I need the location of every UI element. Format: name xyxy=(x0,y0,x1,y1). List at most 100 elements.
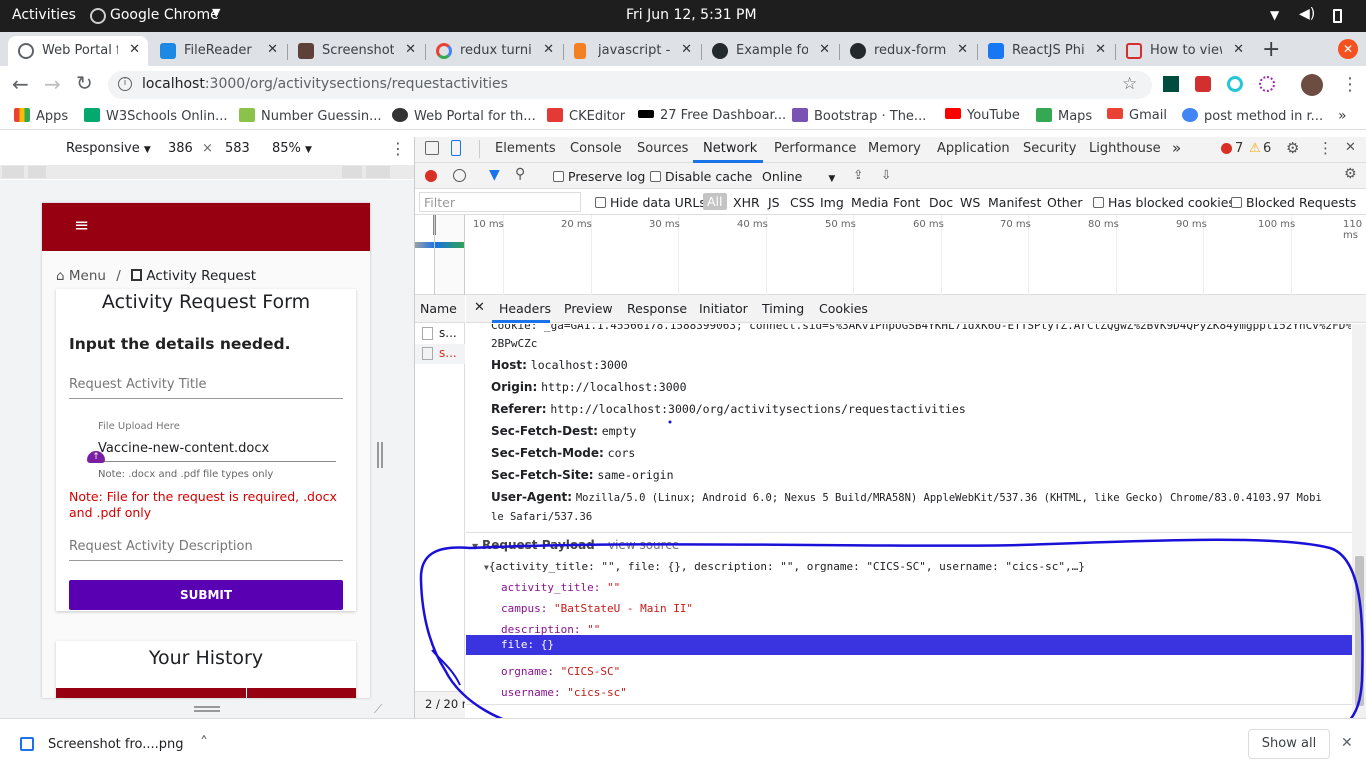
volume-icon[interactable]: ◀) xyxy=(1299,6,1315,22)
has-blocked-cookies-checkbox[interactable]: Has blocked cookies xyxy=(1093,195,1235,210)
type-filter-doc[interactable]: Doc xyxy=(929,195,953,210)
tab-filereader[interactable]: FileReader - ✕ xyxy=(150,36,286,66)
type-filter-media[interactable]: Media xyxy=(851,195,889,210)
tab-redux-turning[interactable]: redux turnin ✕ xyxy=(426,36,562,66)
address-bar[interactable]: i localhost:3000/org/activitysections/re… xyxy=(108,71,1152,99)
close-icon[interactable]: ✕ xyxy=(957,42,968,57)
activities-button[interactable]: Activities xyxy=(12,7,76,23)
payload-row[interactable]: orgname: "CICS-SC" xyxy=(501,665,620,678)
more-menu-icon[interactable]: ⋮ xyxy=(1318,139,1333,157)
type-filter-all[interactable]: All xyxy=(703,193,727,210)
tab-how-to-view[interactable]: How to view ✕ xyxy=(1116,36,1252,66)
more-bookmarks-icon[interactable]: » xyxy=(1338,108,1347,124)
close-icon[interactable]: ✕ xyxy=(819,42,830,57)
tab-example-for[interactable]: Example for ✕ xyxy=(702,36,838,66)
close-icon[interactable]: ✕ xyxy=(543,42,554,57)
forward-icon[interactable]: → xyxy=(44,72,61,96)
type-filter-js[interactable]: JS xyxy=(768,195,780,210)
wifi-icon[interactable]: ▼ xyxy=(1270,8,1279,22)
request-row[interactable]: s... xyxy=(415,324,465,344)
bookmark-number-guessing[interactable]: Number Guessin... xyxy=(239,108,381,124)
tab-lighthouse[interactable]: Lighthouse xyxy=(1089,141,1161,156)
payload-row[interactable]: campus: "BatStateU - Main II" xyxy=(501,602,693,615)
info-icon[interactable]: i xyxy=(118,77,132,91)
resize-handle-right[interactable] xyxy=(377,442,383,468)
submit-button[interactable]: SUBMIT xyxy=(69,580,343,610)
tab-network[interactable]: Network xyxy=(703,141,757,156)
menu-dots-icon[interactable]: ⋮ xyxy=(1341,74,1359,95)
tab-web-portal[interactable]: Web Portal f ✕ xyxy=(8,36,148,66)
bookmark-maps[interactable]: Maps xyxy=(1036,108,1092,124)
tab-screenshot[interactable]: Screenshot f ✕ xyxy=(288,36,424,66)
tab-javascript[interactable]: javascript - ✕ xyxy=(564,36,700,66)
bookmark-web-portal[interactable]: Web Portal for th... xyxy=(392,108,536,124)
hamburger-menu-icon[interactable]: ≡ xyxy=(74,215,89,236)
export-icon[interactable]: ⇩ xyxy=(881,167,891,182)
viewport-width-input[interactable]: 386 xyxy=(168,141,193,156)
avatar[interactable] xyxy=(1301,74,1323,96)
payload-summary[interactable]: ▼{activity_title: "", file: {}, descript… xyxy=(484,560,1085,573)
close-icon[interactable]: ✕ xyxy=(267,42,278,57)
resize-handle-bottom[interactable] xyxy=(194,706,220,712)
extension-icon[interactable] xyxy=(1227,76,1243,92)
bookmark-gmail[interactable]: Gmail xyxy=(1107,108,1167,123)
new-tab-button[interactable]: + xyxy=(1262,37,1280,62)
bookmark-youtube[interactable]: YouTube xyxy=(945,108,1020,123)
extension-icon[interactable] xyxy=(1163,76,1179,92)
tab-performance[interactable]: Performance xyxy=(774,141,856,156)
app-menu[interactable]: Google Chrome xyxy=(110,7,219,23)
device-mode-select[interactable]: Responsive ▼ xyxy=(66,141,151,156)
tab-redux-form[interactable]: redux-form/ ✕ xyxy=(840,36,976,66)
request-payload-section[interactable]: ▼ Request Payload xyxy=(472,538,595,552)
clock[interactable]: Fri Jun 12, 5:31 PM xyxy=(626,7,757,23)
network-timeline[interactable]: 10 ms 20 ms 30 ms 40 ms 50 ms 60 ms 70 m… xyxy=(415,215,1366,295)
tab-elements[interactable]: Elements xyxy=(495,141,556,156)
tab-initiator[interactable]: Initiator xyxy=(699,301,748,316)
battery-icon[interactable] xyxy=(1333,9,1342,23)
close-devtools-icon[interactable]: ✕ xyxy=(1345,140,1356,155)
request-row-selected[interactable]: s... xyxy=(415,344,465,364)
type-filter-img[interactable]: Img xyxy=(820,195,844,210)
tab-response[interactable]: Response xyxy=(627,301,687,316)
breadcrumb-menu-link[interactable]: Menu xyxy=(69,268,106,284)
chevron-up-icon[interactable]: ˄ xyxy=(200,733,208,752)
bookmark-w3schools[interactable]: W3Schools Onlin... xyxy=(84,108,228,124)
resize-corner-icon[interactable]: ⟋ xyxy=(374,702,382,717)
name-column-header[interactable]: Name xyxy=(420,301,457,316)
type-filter-other[interactable]: Other xyxy=(1047,195,1083,210)
close-icon[interactable]: ✕ xyxy=(1095,42,1106,57)
tab-console[interactable]: Console xyxy=(570,141,622,156)
filter-input[interactable]: Filter xyxy=(419,192,581,212)
disable-cache-checkbox[interactable]: Disable cache xyxy=(650,169,752,184)
close-window-button[interactable]: ✕ xyxy=(1338,39,1358,59)
extension-icon[interactable] xyxy=(1195,76,1211,92)
tab-reactjs-phil[interactable]: ReactJS Phil ✕ xyxy=(978,36,1114,66)
bookmark-post-method[interactable]: post method in r... xyxy=(1182,108,1323,124)
reload-icon[interactable]: ↻ xyxy=(76,71,93,95)
type-filter-manifest[interactable]: Manifest xyxy=(988,195,1041,210)
viewport-height-input[interactable]: 583 xyxy=(225,141,250,156)
inspect-element-icon[interactable] xyxy=(425,141,439,155)
tab-sources[interactable]: Sources xyxy=(637,141,688,156)
star-icon[interactable]: ☆ xyxy=(1122,74,1137,94)
type-filter-css[interactable]: CSS xyxy=(790,195,815,210)
payload-row[interactable]: activity_title: "" xyxy=(501,581,620,594)
tab-preview[interactable]: Preview xyxy=(564,301,613,316)
view-source-link[interactable]: view source xyxy=(608,538,679,552)
preserve-log-checkbox[interactable]: Preserve log xyxy=(553,169,645,184)
description-input[interactable]: Request Activity Description xyxy=(69,535,343,561)
payload-row-selected[interactable]: file: {} xyxy=(466,635,1352,655)
close-detail-icon[interactable]: ✕ xyxy=(474,300,485,315)
tab-timing[interactable]: Timing xyxy=(762,301,804,316)
tab-security[interactable]: Security xyxy=(1023,141,1076,156)
zoom-select[interactable]: 85% ▼ xyxy=(272,141,312,156)
show-all-button[interactable]: Show all xyxy=(1248,729,1330,759)
error-count[interactable]: 7 xyxy=(1235,141,1243,156)
close-icon[interactable]: ✕ xyxy=(129,42,140,57)
more-tabs-icon[interactable]: » xyxy=(1172,139,1181,157)
close-downloads-icon[interactable]: ✕ xyxy=(1341,735,1353,751)
tab-memory[interactable]: Memory xyxy=(868,141,921,156)
upload-icon[interactable]: ↑ xyxy=(87,451,105,463)
bookmark-dashboards[interactable]: 27 Free Dashboar... xyxy=(638,108,786,123)
payload-row[interactable]: username: "cics-sc" xyxy=(501,686,627,699)
